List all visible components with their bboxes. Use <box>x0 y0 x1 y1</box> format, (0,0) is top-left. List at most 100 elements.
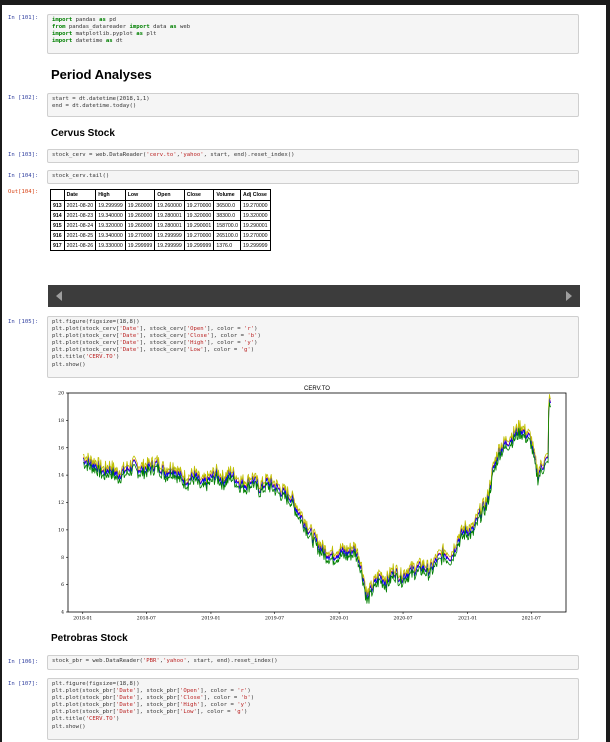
code-line: plt.plot(stock_pbr['Date'], stock_pbr['O… <box>52 688 251 695</box>
table-cell: 19.299999 <box>239 240 271 251</box>
y-tick-label: 14 <box>58 473 64 479</box>
horizontal-scrollbar[interactable] <box>48 285 580 307</box>
table-cell: 19.270000 <box>183 200 215 211</box>
table-cell: 19.330000 <box>95 240 126 251</box>
x-tick-label: 2018-07 <box>137 616 156 622</box>
chart-title: CERV.TO <box>304 386 330 392</box>
table-cell: 36500.0 <box>213 200 241 211</box>
column-header: Adj Close <box>239 189 271 201</box>
table-cell: 265100.0 <box>213 230 241 241</box>
y-tick-label: 18 <box>58 418 64 424</box>
table-row: 917 2021-08-26 19.330000 19.299999 19.299999… <box>50 240 271 251</box>
table-cell: 19.270000 <box>124 230 156 241</box>
table-cell: 19.260000 <box>124 210 156 221</box>
code-line: plt.title('CERV.TO') <box>52 354 120 361</box>
code-line: plt.plot(stock_cerv['Date'], stock_cerv[… <box>52 347 255 354</box>
row-index: 914 <box>50 210 65 221</box>
table-cell: 2021-08-20 <box>63 200 97 211</box>
cell-prompt: In [107]: <box>8 681 39 687</box>
notebook-page: In [101]: import pandas as pd from pandas… <box>2 5 606 742</box>
y-tick-label: 12 <box>58 500 64 506</box>
table-cell: 158700.0 <box>213 220 241 231</box>
cell-prompt: In [101]: <box>8 15 39 21</box>
table-row: 915 2021-08-24 19.320000 19.260000 19.280001… <box>50 220 271 231</box>
code-cell[interactable]: stock_pbr = web.DataReader('PBR','yahoo'… <box>47 655 579 670</box>
code-line: stock_pbr = web.DataReader('PBR','yahoo'… <box>52 658 278 664</box>
code-line: end = dt.datetime.today() <box>52 103 137 110</box>
column-header: Volume <box>213 189 241 201</box>
scroll-right-icon[interactable] <box>566 291 572 301</box>
code-line: plt.plot(stock_cerv['Date'], stock_cerv[… <box>52 326 258 333</box>
table-row: 914 2021-08-23 19.340000 19.260000 19.280001… <box>50 210 271 221</box>
cell-prompt: In [104]: <box>8 173 39 179</box>
table-cell: 19.290001 <box>183 220 215 231</box>
table-row: 913 2021-08-20 19.299999 19.260000 19.260000… <box>50 200 271 211</box>
code-line: import datetime as dt <box>52 38 123 45</box>
y-tick-label: 20 <box>58 391 64 397</box>
code-line: import matplotlib.pyplot as plt <box>52 31 157 38</box>
column-header: Date <box>63 189 97 201</box>
table-cell: 19.299999 <box>124 240 156 251</box>
code-line: plt.figure(figsize=(18,8)) <box>52 681 140 687</box>
heading-petrobras-stock: Petrobras Stock <box>51 633 128 644</box>
heading-cervus-stock: Cervus Stock <box>51 128 115 139</box>
output-prompt: Out[104]: <box>8 189 39 195</box>
row-index: 916 <box>50 230 65 241</box>
table-cell: 19.260000 <box>124 220 156 231</box>
cerv-line-chart: CERV.TO 4 6 8 10 12 14 16 18 20 2018-01 2018-07 2019… <box>58 386 567 622</box>
code-cell[interactable]: import pandas as pd from pandas_datareade… <box>47 14 579 54</box>
code-cell[interactable]: start = dt.datetime(2018,1,1) end = dt.da… <box>47 93 579 117</box>
code-cell[interactable]: plt.figure(figsize=(18,8)) plt.plot(stock… <box>47 316 579 378</box>
y-tick-label: 10 <box>58 527 64 533</box>
code-cell[interactable]: plt.figure(figsize=(18,8)) plt.plot(stock… <box>47 678 579 740</box>
code-line: plt.show() <box>52 723 86 730</box>
code-line: start = dt.datetime(2018,1,1) <box>52 96 150 102</box>
row-index: 913 <box>50 200 65 211</box>
code-line: plt.plot(stock_pbr['Date'], stock_pbr['C… <box>52 695 255 702</box>
cell-prompt: In [102]: <box>8 95 39 101</box>
table-cell: 19.320000 <box>95 220 126 231</box>
cell-prompt: In [103]: <box>8 152 39 158</box>
table-cell: 2021-08-23 <box>63 210 97 221</box>
table-cell: 19.270000 <box>239 230 271 241</box>
row-index: 915 <box>50 220 65 231</box>
code-line: plt.plot(stock_cerv['Date'], stock_cerv[… <box>52 340 258 347</box>
table-cell: 19.270000 <box>183 230 215 241</box>
column-header: Close <box>183 189 215 201</box>
x-tick-label: 2021-01 <box>458 616 477 622</box>
x-tick-label: 2019-01 <box>201 616 220 622</box>
table-cell: 1376.0 <box>213 240 241 251</box>
x-tick-label: 2020-01 <box>330 616 349 622</box>
y-tick-label: 6 <box>61 582 64 588</box>
table-cell: 19.290001 <box>239 220 271 231</box>
table-cell: 19.270000 <box>239 200 271 211</box>
scroll-left-icon[interactable] <box>56 291 62 301</box>
table-cell: 19.340000 <box>95 210 126 221</box>
table-cell: 19.260000 <box>154 200 185 211</box>
table-cell: 19.299999 <box>154 230 185 241</box>
table-cell: 19.280001 <box>154 220 185 231</box>
dataframe-table: Date High Low Open Close Volume Adj Close 913 2… <box>50 189 271 251</box>
column-header: High <box>95 189 126 201</box>
table-cell: 2021-08-24 <box>63 220 97 231</box>
table-cell: 19.340000 <box>95 230 126 241</box>
plot-area <box>67 392 567 613</box>
table-cell: 19.299999 <box>95 200 126 211</box>
table-cell: 2021-08-25 <box>63 230 97 241</box>
code-line: plt.plot(stock_pbr['Date'], stock_pbr['L… <box>52 709 248 716</box>
code-cell[interactable]: stock_cerv.tail() <box>47 170 579 184</box>
table-header-row: Date High Low Open Close Volume Adj Close <box>50 189 271 201</box>
code-line: stock_cerv.tail() <box>52 173 110 179</box>
table-cell: 19.320000 <box>183 210 215 221</box>
table-cell: 19.320000 <box>239 210 271 221</box>
code-line: from pandas_datareader import data as we… <box>52 24 191 31</box>
y-tick-label: 16 <box>58 445 64 451</box>
code-cell[interactable]: stock_cerv = web.DataReader('cerv.to','y… <box>47 149 579 163</box>
table-cell: 19.299999 <box>183 240 215 251</box>
table-cell: 38300.0 <box>213 210 241 221</box>
table-row: 916 2021-08-25 19.340000 19.270000 19.299999… <box>50 230 271 241</box>
table-cell: 2021-08-26 <box>63 240 97 251</box>
table-cell: 19.299999 <box>154 240 185 251</box>
code-line: plt.show() <box>52 361 86 368</box>
column-header <box>50 189 65 201</box>
